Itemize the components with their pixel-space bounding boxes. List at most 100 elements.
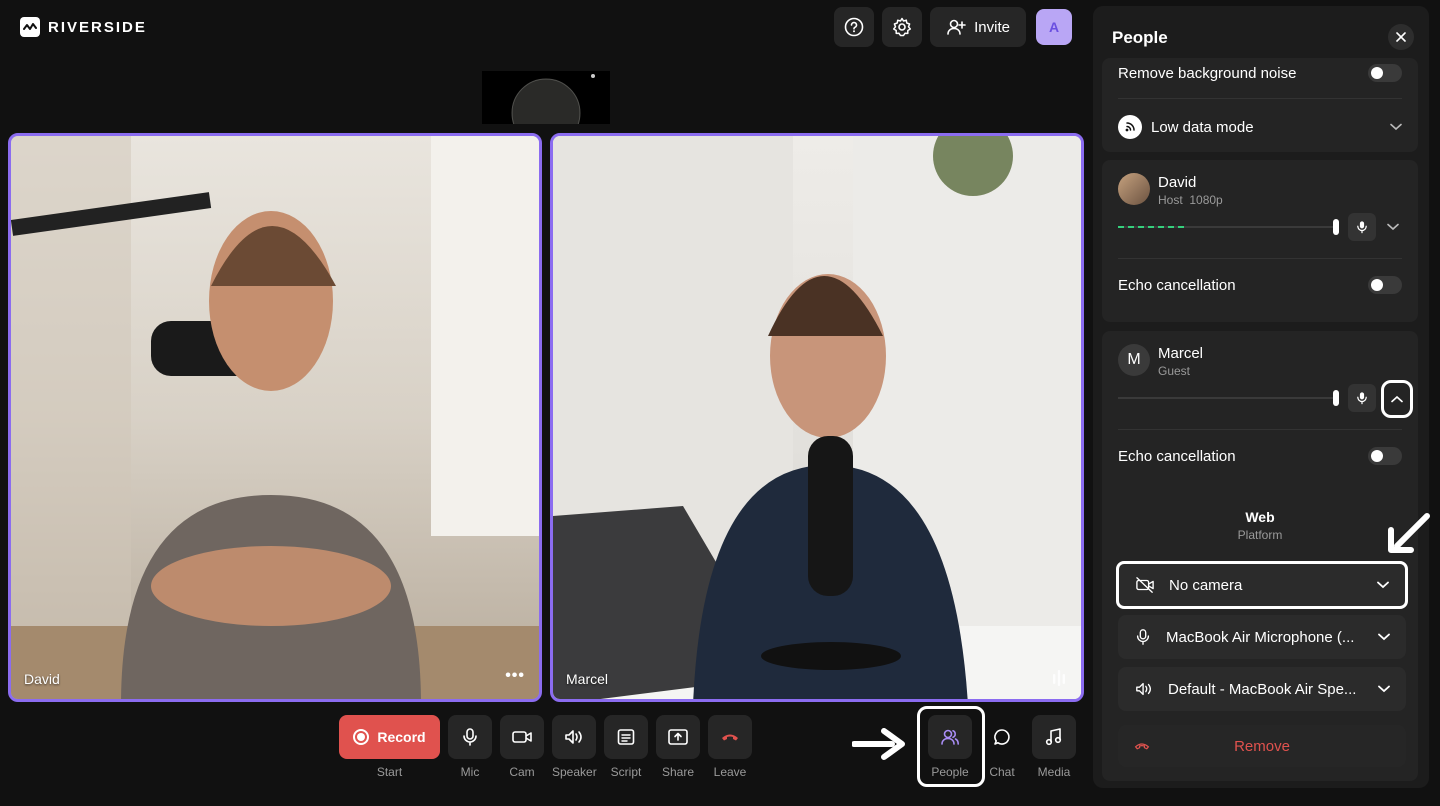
share-control: Share (656, 715, 700, 779)
low-data-row[interactable]: Low data mode (1118, 115, 1402, 139)
host-card: David Host 1080p Echo cancellation (1102, 160, 1418, 322)
arrow-right-icon (852, 728, 905, 760)
speaker-icon (1136, 682, 1151, 696)
host-echo-label: Echo cancellation (1118, 276, 1236, 294)
panel-title: People (1112, 28, 1168, 47)
camera-select[interactable]: No camera (1116, 561, 1408, 609)
microphone-icon (1357, 221, 1367, 234)
microphone-select-value: MacBook Air Microphone (... (1166, 628, 1355, 646)
share-screen-icon (668, 729, 688, 745)
speaker-control: Speaker (552, 715, 597, 779)
mic-label: Mic (460, 765, 480, 779)
add-person-icon (947, 19, 966, 35)
host-avatar (1118, 173, 1150, 205)
guest-name: Marcel (1158, 345, 1204, 362)
settings-button[interactable] (882, 7, 923, 47)
chevron-down-icon[interactable] (1387, 223, 1399, 231)
divider (1118, 98, 1402, 99)
remove-noise-row: Remove background noise (1118, 64, 1402, 82)
help-button[interactable] (834, 7, 875, 47)
guest-card: M Marcel Guest Echo cancellation Web Pla… (1102, 331, 1418, 781)
low-data-label-group: Low data mode (1118, 115, 1254, 139)
media-label: Media (1037, 765, 1071, 779)
camera-off-icon (1136, 577, 1154, 593)
speaker-icon (565, 730, 583, 744)
speaker-label: Speaker (552, 765, 597, 779)
close-panel-button[interactable] (1388, 24, 1414, 50)
platform-label: Platform (1237, 528, 1283, 542)
host-role: Host (1158, 193, 1183, 207)
record-button[interactable]: Record (339, 715, 440, 759)
video-tile-david[interactable]: David ••• (8, 133, 542, 702)
audio-level-icon (1053, 670, 1065, 686)
chevron-down-icon (1378, 633, 1390, 641)
remove-label: Remove (1234, 737, 1290, 755)
chat-button[interactable] (980, 715, 1024, 759)
host-name: David (1158, 174, 1197, 191)
remove-noise-toggle[interactable] (1368, 64, 1402, 82)
microphone-select[interactable]: MacBook Air Microphone (... (1118, 615, 1406, 659)
microphone-icon (463, 728, 477, 746)
remove-guest-button[interactable]: Remove (1118, 725, 1406, 767)
script-button[interactable] (604, 715, 648, 759)
remove-noise-label: Remove background noise (1118, 64, 1297, 82)
record-sub-label: Start (376, 765, 403, 779)
self-preview (482, 71, 610, 124)
cam-label: Cam (509, 765, 535, 779)
guest-echo-toggle[interactable] (1368, 447, 1402, 465)
invite-label: Invite (974, 18, 1010, 36)
signal-icon (1118, 115, 1142, 139)
host-volume-track[interactable] (1118, 226, 1338, 228)
leave-button[interactable] (708, 715, 752, 759)
mic-control: Mic (448, 715, 492, 779)
arrow-down-left-icon (1388, 513, 1430, 553)
chevron-down-icon (1377, 581, 1389, 589)
speaker-button[interactable] (552, 715, 597, 759)
gear-icon (893, 17, 912, 37)
people-panel: People Remove background noise Low data … (1093, 6, 1429, 788)
speaker-select[interactable]: Default - MacBook Air Spe... (1118, 667, 1406, 711)
script-control: Script (604, 715, 648, 779)
chevron-down-icon (1390, 123, 1402, 131)
more-options-icon[interactable]: ••• (505, 667, 525, 685)
record-icon (353, 729, 370, 745)
guest-echo-label: Echo cancellation (1118, 447, 1236, 465)
media-button[interactable] (1032, 715, 1076, 759)
script-label: Script (610, 765, 642, 779)
guest-collapse-button[interactable] (1381, 380, 1413, 418)
mic-button[interactable] (448, 715, 492, 759)
invite-button[interactable]: Invite (930, 7, 1026, 47)
host-volume-thumb[interactable] (1333, 219, 1339, 235)
host-info: David Host 1080p (1158, 174, 1223, 207)
cam-button[interactable] (500, 715, 544, 759)
tile-name-david: David (24, 671, 60, 687)
hang-up-icon (1134, 743, 1150, 750)
user-avatar[interactable]: A (1036, 9, 1072, 45)
host-mic-button[interactable] (1348, 213, 1376, 241)
guest-volume-thumb[interactable] (1333, 390, 1339, 406)
chat-control: Chat (980, 715, 1024, 779)
host-resolution: 1080p (1189, 193, 1223, 207)
host-echo-toggle[interactable] (1368, 276, 1402, 294)
guest-role: Guest (1158, 364, 1191, 378)
speaker-select-value: Default - MacBook Air Spe... (1168, 680, 1357, 698)
close-icon (1396, 32, 1406, 42)
leave-label: Leave (713, 765, 747, 779)
camera-icon (512, 731, 532, 743)
record-control: Record Start (339, 715, 440, 779)
low-data-label: Low data mode (1151, 118, 1254, 136)
divider (1118, 429, 1402, 430)
guest-echo-row: Echo cancellation (1118, 447, 1402, 465)
leave-control: Leave (708, 715, 752, 779)
guest-volume-track[interactable] (1118, 397, 1338, 399)
help-icon (844, 17, 864, 37)
video-tile-marcel[interactable]: Marcel (550, 133, 1084, 702)
record-label: Record (377, 729, 426, 745)
media-control: Media (1032, 715, 1076, 779)
chat-icon (994, 729, 1010, 745)
share-label: Share (661, 765, 695, 779)
platform-info: Web Platform (1102, 509, 1418, 542)
guest-mic-button[interactable] (1348, 384, 1376, 412)
brand-name: RIVERSIDE (48, 18, 147, 36)
share-button[interactable] (656, 715, 700, 759)
